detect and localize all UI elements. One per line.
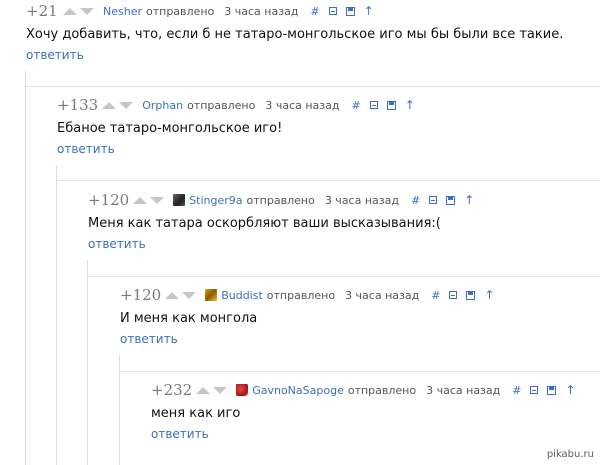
parent-arrow-icon[interactable]: ↑ [464,193,474,207]
reply-link[interactable]: ответить [57,142,424,156]
comment: +120 Buddist отправлено 3 часа назад # ↑… [120,286,504,346]
comment-time: 3 часа назад [426,383,501,397]
vote-down-icon[interactable] [182,291,197,299]
reply-link[interactable]: ответить [120,332,504,346]
comment: +120 Stinger9a отправлено 3 часа назад #… [88,191,483,251]
parent-arrow-icon[interactable]: ↑ [565,383,575,397]
comment-header: +21 Nesher отправлено 3 часа назад # ↑ [26,2,563,20]
vote-down-icon[interactable] [119,101,134,109]
comment-author[interactable]: Stinger9a [189,194,242,207]
comment: +232 GavnoNaSapoge отправлено 3 часа наз… [151,381,585,441]
save-icon[interactable] [547,385,557,395]
comment: +21 Nesher отправлено 3 часа назад # ↑ Х… [26,2,563,62]
comment-text: Хочу добавить, что, если б не татаро-мон… [26,27,564,42]
watermark: pikabu.ru [546,449,594,460]
save-icon[interactable] [466,290,476,300]
comment-tools: # ↑ [512,383,584,397]
avatar[interactable] [236,384,249,396]
thread-separator [88,276,600,277]
vote-down-icon[interactable] [213,386,228,394]
vote-up-icon[interactable] [102,101,117,109]
comment-text: Ебаное татаро-монгольское иго! [57,121,283,136]
comment-time: 3 часа назад [324,193,399,207]
link-icon[interactable]: # [351,99,360,112]
comment-author[interactable]: Buddist [221,289,263,302]
comment-sent-label: отправлено [187,98,256,112]
save-icon[interactable] [345,6,355,16]
vote-controls [102,96,136,114]
reply-link[interactable]: ответить [151,427,585,441]
collapse-icon[interactable] [530,386,539,394]
comment-tools: # ↑ [351,98,423,112]
comment-rating: +133 [57,96,99,114]
comment-text: меня как иго [151,406,241,421]
comment-header: +120 Buddist отправлено 3 часа назад # ↑ [120,286,504,304]
comment-header: +133 Orphan отправлено 3 часа назад # ↑ [57,96,424,114]
comment-time: 3 часа назад [265,98,340,112]
vote-controls [133,191,167,209]
collapse-icon[interactable] [449,291,458,299]
comment-author[interactable]: Nesher [103,5,142,18]
vote-down-icon[interactable] [150,196,165,204]
collapse-icon[interactable] [328,7,337,15]
collapse-icon[interactable] [369,101,378,109]
vote-up-icon[interactable] [196,386,211,394]
comment-time: 3 часа назад [224,4,299,18]
vote-controls [63,2,97,20]
parent-arrow-icon[interactable]: ↑ [364,4,374,18]
comment-rating: +120 [88,191,130,209]
thread-line [87,260,88,465]
comment-rating: +232 [151,381,193,399]
comment-sent-label: отправлено [347,383,417,397]
thread-separator [120,371,600,372]
comment-header: +232 GavnoNaSapoge отправлено 3 часа наз… [151,381,585,399]
save-icon[interactable] [386,100,396,110]
vote-up-icon[interactable] [165,291,180,299]
comment-sent-label: отправлено [246,193,315,207]
parent-arrow-icon[interactable]: ↑ [405,98,415,112]
comment-tools: # ↑ [310,4,382,18]
comment-thread: +21 Nesher отправлено 3 часа назад # ↑ Х… [0,0,600,465]
comment-rating: +21 [26,2,58,20]
comment: +133 Orphan отправлено 3 часа назад # ↑ … [57,96,424,156]
thread-line [56,165,57,465]
vote-controls [165,286,199,304]
comment-text: Меня как татара оскорбляют ваши высказыв… [88,216,441,231]
vote-down-icon[interactable] [80,7,94,15]
avatar[interactable] [205,289,218,301]
link-icon[interactable]: # [310,5,319,18]
save-icon[interactable] [446,195,456,205]
vote-up-icon[interactable] [133,196,148,204]
link-icon[interactable]: # [431,289,440,302]
comment-tools: # ↑ [411,193,483,207]
comment-time: 3 часа назад [345,288,420,302]
thread-separator [57,180,600,181]
link-icon[interactable]: # [512,384,521,397]
comment-header: +120 Stinger9a отправлено 3 часа назад #… [88,191,483,209]
comment-tools: # ↑ [431,288,503,302]
comment-rating: +120 [120,286,162,304]
parent-arrow-icon[interactable]: ↑ [484,288,494,302]
reply-link[interactable]: ответить [26,48,563,62]
thread-line [25,70,26,465]
link-icon[interactable]: # [411,194,420,207]
vote-controls [196,381,230,399]
comment-sent-label: отправлено [146,4,215,18]
thread-separator [26,86,600,87]
comment-sent-label: отправлено [266,288,336,302]
avatar[interactable] [173,194,186,206]
collapse-icon[interactable] [429,196,438,204]
comment-author[interactable]: Orphan [142,99,183,112]
vote-up-icon[interactable] [63,7,77,15]
reply-link[interactable]: ответить [88,237,483,251]
comment-author[interactable]: GavnoNaSapoge [252,384,344,397]
comment-text: И меня как монгола [120,311,258,326]
